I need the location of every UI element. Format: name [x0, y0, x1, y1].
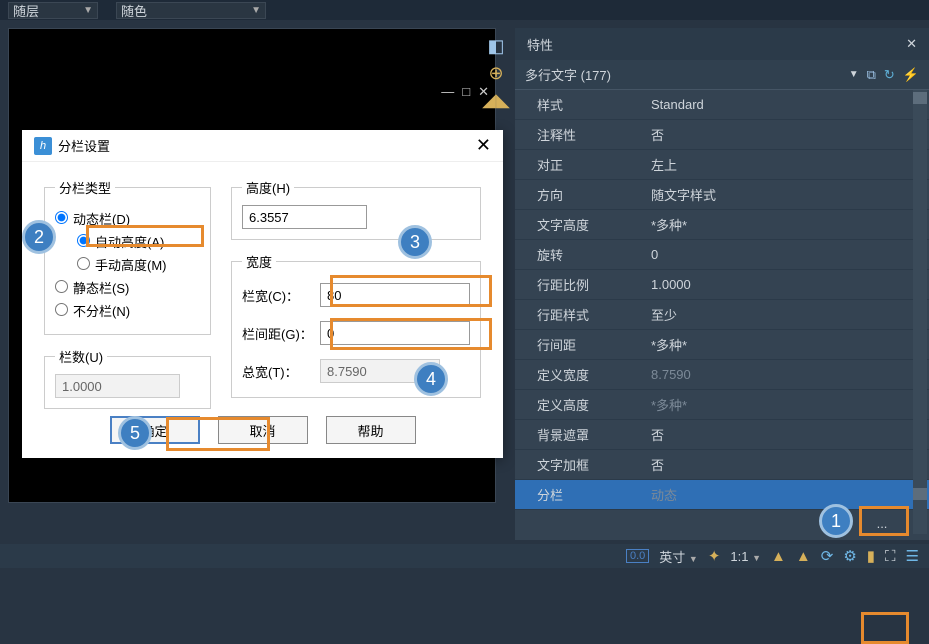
- property-key: 方向: [515, 185, 645, 204]
- property-value: 动态: [645, 485, 929, 504]
- color-dropdown[interactable]: 随色▼: [116, 2, 266, 19]
- radio-manual-height[interactable]: 手动高度(M): [77, 255, 167, 274]
- property-key: 旋转: [515, 245, 645, 264]
- link-icon[interactable]: ⟳: [821, 547, 834, 565]
- column-count-input: [55, 374, 180, 398]
- property-row[interactable]: 定义宽度8.7590: [515, 360, 929, 390]
- property-key: 行距样式: [515, 305, 645, 324]
- scrollbar[interactable]: [913, 90, 927, 534]
- column-settings-dialog: h 分栏设置 ✕ 分栏类型 动态栏(D) 自动高度(A) 手动高度(M) 静态栏(…: [22, 130, 503, 458]
- property-key: 注释性: [515, 125, 645, 144]
- restore-icon[interactable]: □: [462, 84, 470, 100]
- menu-icon[interactable]: ☰: [906, 547, 919, 565]
- object-selector[interactable]: 多行文字 (177)▼: [525, 65, 867, 84]
- property-key: 背景遮罩: [515, 425, 645, 444]
- status-bar: 0.0 英寸 ▼ ✦ 1:1 ▼ ▲ ▲ ⟳ ⚙ ▮ ⛶ ☰: [0, 544, 929, 568]
- flash-icon[interactable]: ⚡: [903, 67, 919, 83]
- property-value: 随文字样式: [645, 185, 929, 204]
- person-icon[interactable]: ▲: [771, 548, 786, 565]
- cancel-button[interactable]: 取消: [218, 416, 308, 444]
- layer-dropdown[interactable]: 随层▼: [8, 2, 98, 19]
- property-key: 文字加框: [515, 455, 645, 474]
- property-value: 左上: [645, 155, 929, 174]
- property-key: 行间距: [515, 335, 645, 354]
- toggle-icon[interactable]: ⧉: [867, 67, 876, 83]
- unit-label[interactable]: 英寸 ▼: [659, 547, 698, 566]
- panel-title: 特性: [527, 35, 553, 54]
- property-value: Standard: [645, 97, 929, 112]
- property-row[interactable]: 对正左上: [515, 150, 929, 180]
- column-type-group: 分栏类型 动态栏(D) 自动高度(A) 手动高度(M) 静态栏(S) 不分栏(N…: [44, 178, 211, 335]
- app-logo-icon: h: [34, 137, 52, 155]
- property-row[interactable]: 行距比例1.0000: [515, 270, 929, 300]
- property-row[interactable]: 定义高度*多种*: [515, 390, 929, 420]
- property-value: 0: [645, 247, 929, 262]
- chevron-down-icon: ▼: [83, 5, 93, 16]
- property-row[interactable]: 分栏动态: [515, 480, 929, 510]
- help-button[interactable]: 帮助: [326, 416, 416, 444]
- property-key: 分栏: [515, 485, 645, 504]
- property-key: 定义宽度: [515, 365, 645, 384]
- property-row[interactable]: 行间距*多种*: [515, 330, 929, 360]
- property-row[interactable]: 样式Standard: [515, 90, 929, 120]
- scroll-thumb[interactable]: [913, 488, 927, 500]
- property-value: *多种*: [645, 395, 929, 414]
- ok-button[interactable]: 确定: [110, 416, 200, 444]
- gear-icon[interactable]: ⚙: [843, 547, 856, 565]
- property-key: 行距比例: [515, 275, 645, 294]
- width-group: 宽度 栏宽(C)： 栏间距(G)： 总宽(T)：: [231, 252, 481, 398]
- property-key: 对正: [515, 155, 645, 174]
- minimize-icon[interactable]: —: [441, 84, 454, 100]
- property-row[interactable]: 文字高度*多种*: [515, 210, 929, 240]
- property-value: 8.7590: [645, 367, 929, 382]
- column-width-input[interactable]: [320, 283, 470, 307]
- property-value: *多种*: [645, 335, 929, 354]
- scroll-thumb[interactable]: [913, 92, 927, 104]
- total-width-input: [320, 359, 440, 383]
- battery-icon[interactable]: ▮: [867, 547, 875, 565]
- people-icon[interactable]: ▲: [796, 548, 811, 565]
- height-group: 高度(H): [231, 178, 481, 240]
- height-input[interactable]: [242, 205, 367, 229]
- fullscreen-icon[interactable]: ⛶: [885, 548, 896, 565]
- dialog-close-button[interactable]: ✕: [476, 135, 491, 156]
- more-button[interactable]: ...: [863, 510, 901, 536]
- property-value: 否: [645, 425, 929, 444]
- column-gap-input[interactable]: [320, 321, 470, 345]
- panel-close-icon[interactable]: ✕: [906, 36, 917, 52]
- highlight-1: [861, 612, 909, 644]
- vertical-toolbar: ◧ ⊕ ◢◣: [480, 30, 512, 111]
- add-icon[interactable]: ⊕: [488, 63, 503, 84]
- radio-dynamic[interactable]: 动态栏(D): [55, 209, 130, 228]
- chevron-down-icon: ▼: [849, 69, 859, 80]
- property-value: 否: [645, 455, 929, 474]
- property-row[interactable]: 背景遮罩否: [515, 420, 929, 450]
- ratio-label[interactable]: 1:1 ▼: [730, 549, 761, 564]
- mirror-icon[interactable]: ◢◣: [482, 90, 510, 111]
- property-key: 样式: [515, 95, 645, 114]
- property-value: 否: [645, 125, 929, 144]
- property-row[interactable]: 文字加框否: [515, 450, 929, 480]
- property-value: 至少: [645, 305, 929, 324]
- column-count-group: 栏数(U): [44, 347, 211, 409]
- property-key: 定义高度: [515, 395, 645, 414]
- property-value: *多种*: [645, 215, 929, 234]
- property-row[interactable]: 注释性否: [515, 120, 929, 150]
- properties-panel: 特性 ✕ 多行文字 (177)▼ ⧉ ↻ ⚡ 样式Standard注释性否对正左…: [515, 28, 929, 540]
- radio-static[interactable]: 静态栏(S): [55, 278, 129, 297]
- property-row[interactable]: 行距样式至少: [515, 300, 929, 330]
- radio-none[interactable]: 不分栏(N): [55, 301, 130, 320]
- dialog-title: 分栏设置: [58, 136, 110, 155]
- chevron-down-icon: ▼: [251, 5, 261, 16]
- zero-indicator[interactable]: 0.0: [626, 549, 649, 563]
- refresh-icon[interactable]: ↻: [884, 67, 895, 83]
- cursor-icon[interactable]: ✦: [708, 547, 721, 565]
- property-key: 文字高度: [515, 215, 645, 234]
- eraser-icon[interactable]: ◧: [487, 36, 504, 57]
- property-value: 1.0000: [645, 277, 929, 292]
- property-row[interactable]: 方向随文字样式: [515, 180, 929, 210]
- radio-auto-height[interactable]: 自动高度(A): [77, 232, 164, 251]
- property-row[interactable]: 旋转0: [515, 240, 929, 270]
